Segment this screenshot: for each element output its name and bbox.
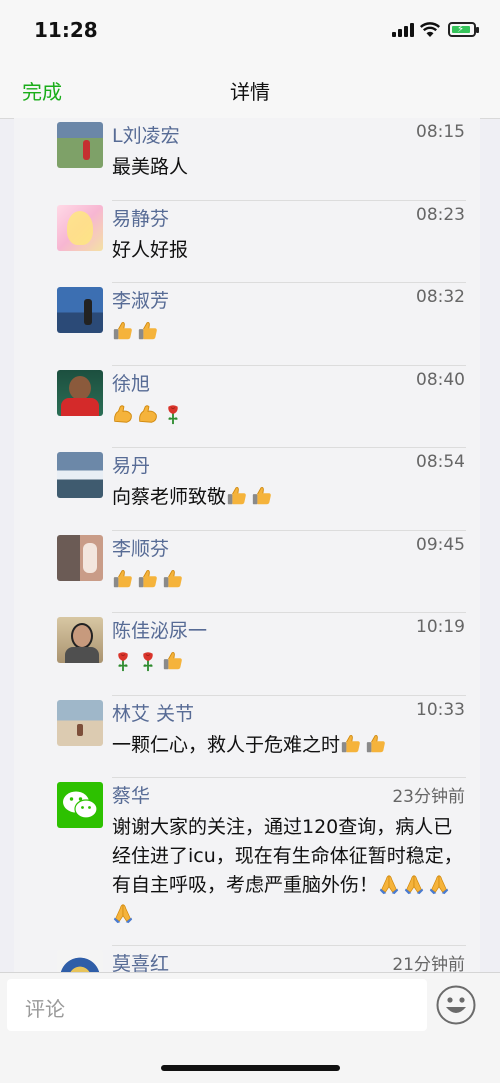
comment-time: 09:45 (416, 534, 465, 555)
comment-time: 08:23 (416, 204, 465, 225)
comment-item[interactable]: 蔡华 23分钟前 谢谢大家的关注，通过120查询，病人已经住进了icu，现在有生… (14, 778, 480, 946)
folded-hands-icon (112, 902, 134, 924)
comment-item[interactable]: 陈佳泌尿一 10:19 (14, 613, 480, 696)
avatar[interactable] (57, 699, 103, 746)
comment-item[interactable]: L刘凌宏 08:15 最美路人 (14, 118, 480, 201)
emoji-button-icon[interactable] (436, 985, 476, 1025)
thumbs-up-icon (251, 485, 273, 507)
comment-time: 08:40 (416, 369, 465, 390)
status-bar: 11:28 ⚡ (0, 0, 500, 56)
commenter-name[interactable]: L刘凌宏 (112, 121, 180, 148)
comment-time: 08:54 (416, 452, 465, 472)
thumbs-up-icon (226, 485, 248, 507)
comment-item[interactable]: 莫喜红 21分钟前 (14, 946, 480, 972)
comment-item[interactable]: 易丹 08:54 向蔡老师致敬 (14, 448, 480, 531)
comment-text (112, 648, 468, 677)
flexed-biceps-icon (112, 403, 134, 425)
comment-item[interactable]: 徐旭 08:40 (14, 366, 480, 448)
comment-item[interactable]: 李顺芬 09:45 (14, 531, 480, 613)
commenter-name[interactable]: 李顺芬 (112, 534, 169, 561)
comment-text: 向蔡老师致敬 (112, 483, 468, 512)
comment-time: 21分钟前 (392, 955, 465, 972)
comment-input-placeholder: 评论 (25, 997, 65, 1021)
thumbs-up-icon (340, 733, 362, 755)
avatar[interactable] (57, 617, 103, 663)
rose-icon (162, 403, 184, 425)
commenter-name[interactable]: 蔡华 (112, 781, 150, 808)
comment-item[interactable]: 易静芬 08:23 好人好报 (14, 201, 480, 283)
folded-hands-icon (403, 873, 425, 895)
battery-icon: ⚡ (448, 22, 479, 37)
thumbs-up-icon (137, 568, 159, 590)
comment-list[interactable]: L刘凌宏 08:15 最美路人 易静芬 08:23 好人好报 李淑芳 08:32… (14, 118, 480, 972)
comment-text (112, 318, 468, 347)
avatar[interactable] (57, 287, 103, 333)
folded-hands-icon (428, 873, 450, 895)
wechat-logo-icon (63, 791, 98, 819)
comment-text: 一颗仁心，救人于危难之时 (112, 731, 468, 760)
folded-hands-icon (378, 873, 400, 895)
comment-time: 10:33 (416, 699, 465, 720)
comment-time: 08:32 (416, 287, 465, 307)
comment-item[interactable]: 李淑芳 08:32 (14, 283, 480, 366)
thumbs-up-icon (162, 568, 184, 590)
status-time: 11:28 (34, 18, 98, 42)
page-title: 详情 (230, 80, 270, 104)
avatar[interactable] (57, 534, 103, 581)
commenter-name[interactable]: 李淑芳 (112, 286, 169, 313)
comment-text: 好人好报 (112, 238, 189, 261)
commenter-name[interactable]: 林艾 关节 (112, 699, 194, 726)
comment-time: 23分钟前 (392, 787, 465, 807)
thumbs-up-icon (137, 320, 159, 342)
rose-icon (137, 650, 159, 672)
comment-input-bar: 评论 (0, 972, 500, 1083)
thumbs-up-icon (162, 650, 184, 672)
avatar[interactable] (57, 204, 103, 251)
comment-text (112, 566, 468, 595)
avatar[interactable] (57, 369, 103, 416)
rose-icon (112, 650, 134, 672)
home-indicator[interactable] (161, 1065, 340, 1071)
commenter-name[interactable]: 徐旭 (112, 369, 150, 396)
cellular-signal-icon (392, 23, 414, 37)
avatar[interactable] (57, 950, 103, 972)
comment-time: 08:15 (416, 122, 465, 142)
navigation-bar: 完成 详情 (0, 56, 500, 119)
avatar[interactable] (57, 782, 103, 828)
comment-item[interactable]: 林艾 关节 10:33 一颗仁心，救人于危难之时 (14, 696, 480, 778)
avatar[interactable] (57, 452, 103, 498)
thumbs-up-icon (112, 568, 134, 590)
commenter-name[interactable]: 易丹 (112, 451, 150, 478)
comment-text: 最美路人 (112, 156, 189, 178)
comment-input[interactable]: 评论 (7, 979, 427, 1031)
comment-text (112, 401, 468, 430)
thumbs-up-icon (112, 320, 134, 342)
comment-text: 谢谢大家的关注，通过120查询，病人已经住进了icu，现在有生命体征暂时稳定，有… (112, 813, 468, 929)
commenter-name[interactable]: 莫喜红 (112, 949, 169, 972)
avatar[interactable] (57, 122, 103, 168)
wifi-icon (419, 22, 441, 37)
thumbs-up-icon (365, 733, 387, 755)
commenter-name[interactable]: 陈佳泌尿一 (112, 616, 207, 643)
flexed-biceps-icon (137, 403, 159, 425)
commenter-name[interactable]: 易静芬 (112, 204, 169, 231)
comment-time: 10:19 (416, 617, 465, 637)
